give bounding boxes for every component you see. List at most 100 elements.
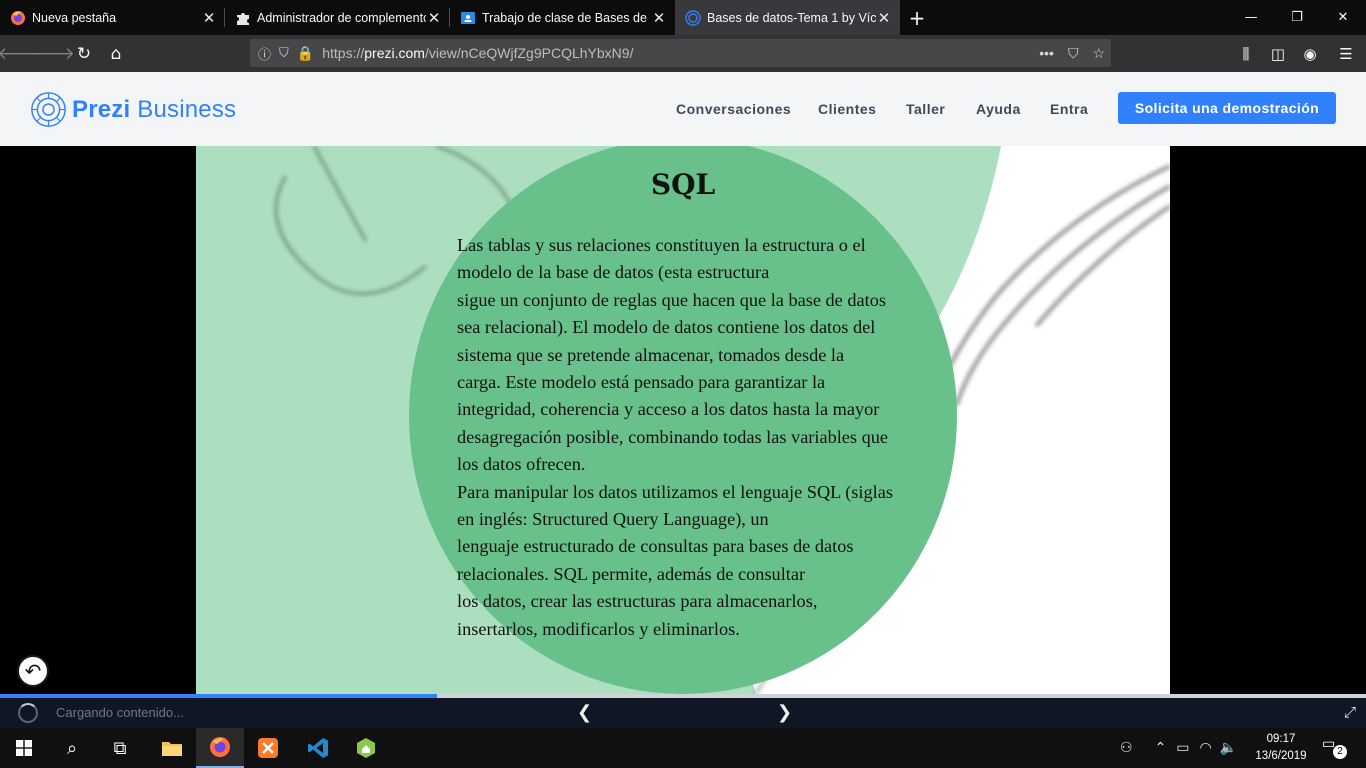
slide-line: modelo de la base de datos (esta estruct… <box>457 262 770 283</box>
prezi-header: Prezi Business Conversaciones Clientes T… <box>0 72 1366 146</box>
nodejs-icon[interactable] <box>342 728 390 768</box>
tab-title: Nueva pestaña <box>32 10 117 25</box>
presentation-stage: SQL Las tablas y sus relaciones constitu… <box>0 146 1366 694</box>
wifi-icon[interactable]: ◠ <box>1200 740 1212 756</box>
brand-name: Prezi Business <box>72 96 236 124</box>
close-icon[interactable]: ✕ <box>876 9 892 27</box>
action-center-icon[interactable]: ▭ 2 <box>1322 736 1347 760</box>
fullscreen-icon[interactable]: ⤢ <box>1344 703 1356 721</box>
slide-line: sigue un conjunto de reglas que hacen qu… <box>457 289 886 310</box>
slide-line: en inglés: Structured Query Language), u… <box>457 509 769 530</box>
loading-spinner-icon <box>18 703 38 723</box>
previous-step-button[interactable]: ❮ <box>577 702 592 723</box>
url-host: prezi.com <box>364 45 425 61</box>
volume-icon[interactable]: 🔈 <box>1220 740 1237 756</box>
next-step-button[interactable]: ❯ <box>777 702 792 723</box>
sidebar-icon[interactable]: ◫ <box>1262 45 1294 63</box>
undo-arrow-icon: ↶ <box>24 659 42 683</box>
battery-icon[interactable]: ▭ <box>1176 740 1189 756</box>
url-path: /view/nCeQWjfZg9PCQLhYbxN9/ <box>424 45 634 61</box>
xampp-icon[interactable] <box>244 728 292 768</box>
prezi-logo-icon <box>31 92 66 127</box>
restore-icon[interactable]: ❐ <box>1274 0 1320 35</box>
tab-administrador-complementos[interactable]: Administrador de complementos ✕ <box>225 0 450 35</box>
library-icon[interactable]: ⫼ <box>1230 45 1262 63</box>
tab-bases-de-datos[interactable]: Bases de datos-Tema 1 by Víctor ✕ <box>675 0 900 35</box>
tab-title: Administrador de complementos <box>257 10 426 25</box>
slide-line: los datos ofrecen. <box>457 454 586 475</box>
request-demo-button[interactable]: Solicita una demostración <box>1118 92 1336 124</box>
toolbar-right: ⫼ ◫ ◉ ☰ <box>1230 35 1366 72</box>
url-bar[interactable]: ⓘ ⛉ 🔒 https://prezi.com/view/nCeQWjfZg9P… <box>250 39 1111 67</box>
window-close-icon[interactable]: ✕ <box>1320 0 1366 35</box>
close-icon[interactable]: ✕ <box>201 9 217 27</box>
slide-title-text: SQL <box>650 168 716 201</box>
search-icon[interactable]: ⌕ <box>48 728 96 768</box>
slide-line: sea relacional). El modelo de datos cont… <box>457 317 876 338</box>
window-controls: — ❐ ✕ <box>1228 0 1366 35</box>
forward-arrow-icon[interactable]: 🡒 <box>29 38 75 70</box>
slide-body: Las tablas y sus relaciones constituyen … <box>457 232 947 643</box>
file-explorer-icon[interactable] <box>148 728 196 768</box>
tab-nueva-pestana[interactable]: Nueva pestaña ✕ <box>0 0 225 35</box>
windows-start-icon[interactable] <box>0 728 48 768</box>
menu-ayuda[interactable]: Ayuda <box>976 101 1021 117</box>
prezi-icon <box>685 9 701 26</box>
minimize-icon[interactable]: — <box>1228 0 1274 35</box>
clock-time: 09:17 <box>1266 733 1296 745</box>
chevron-up-icon[interactable]: ⌃ <box>1155 740 1167 756</box>
slide-line: desagregación posible, combinando todas … <box>457 426 889 447</box>
loading-text: Cargando contenido... <box>56 705 184 720</box>
reload-icon[interactable]: ↻ <box>68 38 100 70</box>
lock-icon[interactable]: 🔒 <box>297 45 314 62</box>
home-icon[interactable]: ⌂ <box>100 38 132 70</box>
slide-line: sistema que se pretende almacenar, tomad… <box>457 344 845 365</box>
bookmark-star-icon[interactable]: ☆ <box>1092 45 1105 62</box>
slide-line: carga. Este modelo está pensado para gar… <box>457 372 826 393</box>
tab-title: Trabajo de clase de Bases de Datos <box>482 10 651 25</box>
browser-navbar: 🡐 🡒 ↻ ⌂ ⓘ ⛉ 🔒 https://prezi.com/view/nCe… <box>0 35 1366 72</box>
slide-canvas[interactable]: SQL Las tablas y sus relaciones constitu… <box>196 146 1170 694</box>
url-prefix: https:// <box>322 45 365 61</box>
slide-line: los datos, crear las estructuras para al… <box>457 591 818 612</box>
prezi-player-bar: Cargando contenido... ❮ ❯ ⤢ <box>0 698 1366 728</box>
tab-title: Bases de datos-Tema 1 by Víctor <box>707 10 876 25</box>
pocket-icon[interactable]: ⛉ <box>1068 45 1079 62</box>
slide-line: lenguaje estructurado de consultas para … <box>457 536 854 557</box>
slide-line: insertarlos, modificarlos y eliminarlos. <box>457 618 740 639</box>
hamburger-menu-icon[interactable]: ☰ <box>1326 45 1366 63</box>
people-icon[interactable]: ⚇ <box>1120 740 1133 756</box>
slide-line: relacionales. SQL permite, además de con… <box>457 563 806 584</box>
page-actions-button[interactable]: ••• <box>1039 45 1054 61</box>
new-tab-button[interactable]: + <box>900 0 934 35</box>
menu-clientes[interactable]: Clientes <box>818 101 876 117</box>
menu-entra[interactable]: Entra <box>1050 101 1088 117</box>
back-to-overview-button[interactable]: ↶ <box>17 655 49 687</box>
tracking-shield-icon[interactable]: ⛉ <box>279 45 289 61</box>
notification-badge: 2 <box>1333 745 1347 759</box>
close-icon[interactable]: ✕ <box>651 9 667 27</box>
brand-strong: Prezi <box>72 95 131 123</box>
slide-line: Para manipular los datos utilizamos el l… <box>457 481 893 502</box>
taskbar-clock[interactable]: 09:17 13/6/2019 <box>1252 731 1310 765</box>
tab-trabajo-de-clase[interactable]: Trabajo de clase de Bases de Datos ✕ <box>450 0 675 35</box>
firefox-taskbar-icon[interactable] <box>196 728 244 768</box>
close-icon[interactable]: ✕ <box>426 9 442 27</box>
windows-taskbar: ⌕ ⧉ ⚇ ⌃ ▭ ◠ 🔈 09:17 13/6/2019 ▭ 2 <box>0 728 1366 768</box>
account-icon[interactable]: ◉ <box>1294 45 1326 63</box>
firefox-icon <box>10 10 26 26</box>
clock-date: 13/6/2019 <box>1255 750 1307 762</box>
info-icon[interactable]: ⓘ <box>258 44 271 63</box>
puzzle-icon <box>235 10 251 26</box>
slide-line: integridad, coherencia y acceso a los da… <box>457 399 880 420</box>
menu-taller[interactable]: Taller <box>906 101 945 117</box>
system-tray: ⚇ ⌃ ▭ ◠ 🔈 <box>1120 728 1237 768</box>
slide-title: SQL <box>196 168 1170 201</box>
browser-tab-strip: Nueva pestaña ✕ Administrador de complem… <box>0 0 1366 35</box>
prezi-logo[interactable]: Prezi Business <box>30 91 236 128</box>
vscode-icon[interactable] <box>294 728 342 768</box>
task-view-icon[interactable]: ⧉ <box>96 728 144 768</box>
brand-light: Business <box>137 95 237 123</box>
classroom-icon <box>460 10 476 26</box>
menu-conversaciones[interactable]: Conversaciones <box>676 101 791 117</box>
